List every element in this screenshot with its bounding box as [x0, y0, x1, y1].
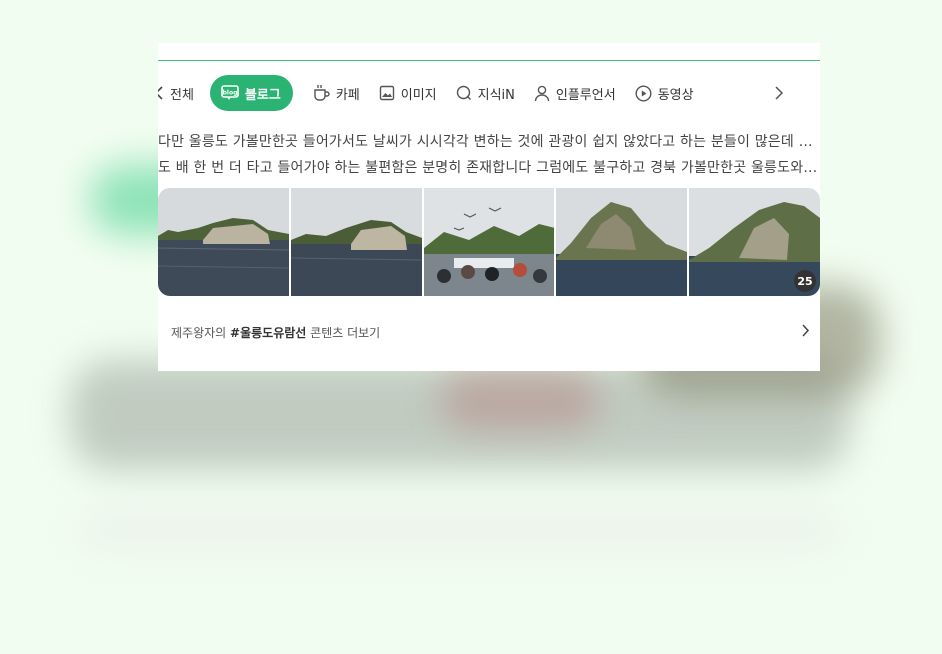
chevron-right-icon [774, 86, 784, 100]
photo-strip: 25 [158, 188, 820, 296]
more-content-link[interactable]: 제주왕자의 #울릉도유람선 콘텐츠 더보기 [171, 320, 810, 344]
tab-influencer-label: 인플루언서 [555, 87, 616, 103]
tab-video[interactable]: 동영상 [635, 75, 694, 111]
tab-influencer[interactable]: 인플루언서 [534, 75, 616, 111]
tab-cafe-label: 카페 [335, 87, 360, 103]
tab-all[interactable]: 전체 [158, 75, 194, 111]
photo-thumbnail[interactable] [290, 188, 422, 296]
author-name: 제주왕자의 [171, 325, 227, 340]
tab-image-label: 이미지 [400, 87, 437, 103]
tab-blog-label: 블로그 [244, 87, 281, 103]
tab-knowledge[interactable]: 지식iN [456, 75, 515, 111]
divider [158, 60, 820, 61]
tab-blog[interactable]: blog 블로그 [209, 75, 293, 111]
chevron-left-icon [158, 86, 164, 100]
tab-knowledge-label: 지식iN [477, 87, 515, 103]
photo-thumbnail[interactable]: 25 [689, 188, 820, 296]
photo-thumbnail[interactable] [158, 188, 289, 296]
person-icon [534, 85, 550, 102]
more-label: 콘텐츠 더보기 [310, 325, 381, 340]
photo-thumbnail[interactable] [556, 188, 688, 296]
tabs-next-button[interactable] [774, 75, 790, 111]
chevron-right-icon [801, 324, 810, 340]
search-tabs: 전체 blog 블로그 카페 이미지 지식iN 인플루언서 동영상 [158, 74, 820, 112]
snippet-line: 도 배 한 번 더 타고 들어가야 하는 불편함은 분명히 존재합니다 그럼에도… [158, 160, 820, 176]
svg-text:blog: blog [223, 90, 238, 97]
tab-all-label: 전체 [170, 87, 194, 103]
photo-count-badge: 25 [793, 270, 816, 292]
post-snippet[interactable]: 다만 울릉도 가볼만한곳 들어가서도 날씨가 시시각각 변하는 것에 관광이 쉽… [158, 129, 820, 181]
knowledge-icon [456, 85, 472, 101]
image-icon [379, 85, 395, 101]
play-icon [635, 84, 652, 102]
tab-video-label: 동영상 [657, 87, 694, 103]
blog-result-card: 전체 blog 블로그 카페 이미지 지식iN 인플루언서 동영상 다만 울릉도… [158, 43, 820, 371]
blog-icon: blog [221, 85, 239, 101]
photo-thumbnail[interactable] [423, 188, 555, 296]
tab-image[interactable]: 이미지 [379, 75, 437, 111]
tab-cafe[interactable]: 카페 [312, 75, 360, 111]
cafe-cup-icon [312, 84, 330, 102]
hashtag: #울릉도유람선 [230, 325, 307, 340]
snippet-line: 다만 울릉도 가볼만한곳 들어가서도 날씨가 시시각각 변하는 것에 관광이 쉽… [158, 134, 820, 150]
